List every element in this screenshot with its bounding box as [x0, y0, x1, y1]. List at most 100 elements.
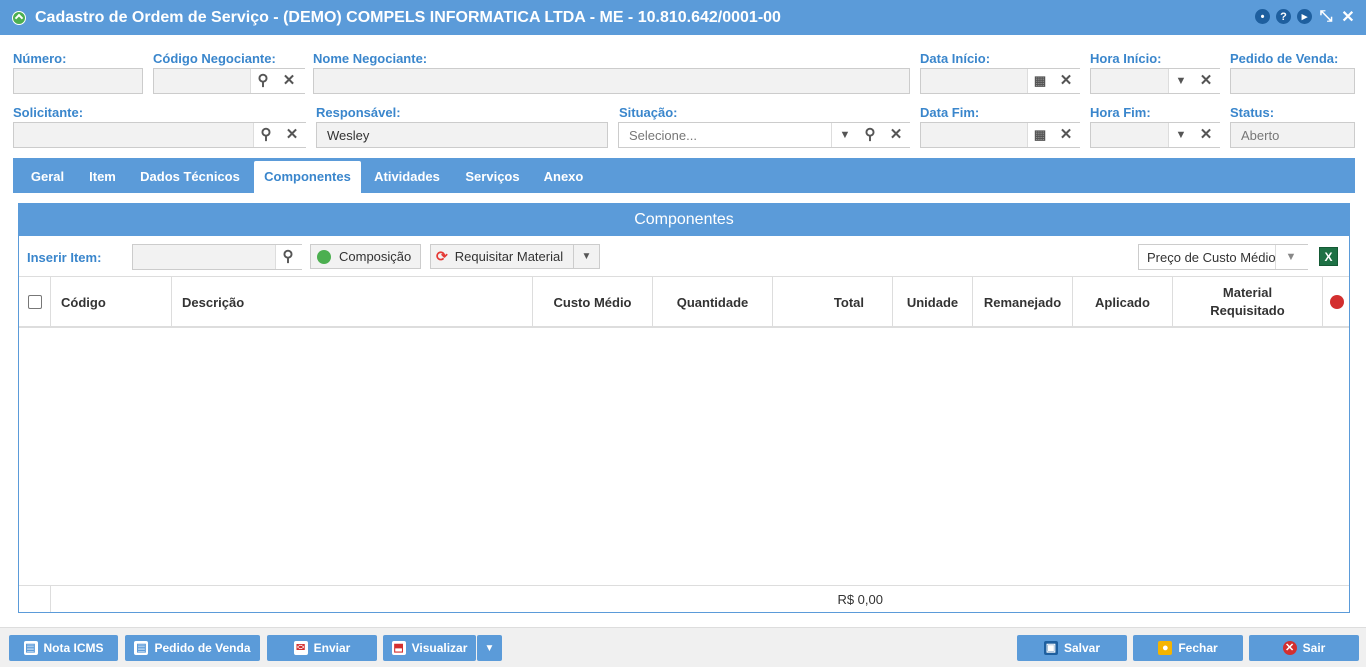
clear-icon[interactable]: ✕ — [1058, 73, 1074, 89]
search-icon[interactable]: ⚲ — [862, 127, 878, 143]
tab-atividades[interactable]: Atividades — [367, 161, 447, 193]
tab-anexo[interactable]: Anexo — [535, 161, 592, 193]
chevron-down-icon[interactable]: ▼ — [1283, 249, 1299, 265]
play-icon[interactable]: ▸ — [1297, 9, 1312, 24]
tab-item[interactable]: Item — [81, 161, 124, 193]
responsavel-field[interactable]: Wesley — [316, 122, 608, 148]
chat-icon[interactable]: • — [1255, 9, 1270, 24]
status-field: Aberto — [1230, 122, 1355, 148]
responsavel-value: Wesley — [327, 128, 370, 143]
componentes-panel: Componentes Inserir Item: ⚲ Composição ⟳… — [18, 203, 1350, 613]
fechar-label: Fechar — [1178, 641, 1218, 655]
tab-geral[interactable]: Geral — [21, 161, 74, 193]
data-fim-field[interactable]: ▦ ✕ — [920, 122, 1080, 148]
col-aplicado[interactable]: Aplicado — [1073, 277, 1173, 327]
col-remanejado[interactable]: Remanejado — [973, 277, 1073, 327]
inserir-item-field[interactable]: ⚲ — [132, 244, 302, 270]
visualizar-dropdown-button[interactable]: ▼ — [477, 635, 502, 661]
calendar-icon[interactable]: ▦ — [1032, 73, 1048, 89]
hora-inicio-label: Hora Início: — [1090, 51, 1162, 66]
hora-fim-label: Hora Fim: — [1090, 105, 1151, 120]
select-all-checkbox[interactable] — [27, 295, 42, 309]
chevron-down-icon: ▼ — [484, 642, 495, 654]
solicitante-field[interactable]: ⚲ ✕ — [13, 122, 306, 148]
chevron-down-icon[interactable]: ▼ — [1173, 127, 1189, 143]
codigo-negociante-label: Código Negociante: — [153, 51, 276, 66]
tab-servicos[interactable]: Serviços — [457, 161, 528, 193]
enviar-button[interactable]: ✉ Enviar — [267, 635, 377, 661]
fechar-button[interactable]: ● Fechar — [1133, 635, 1243, 661]
mail-icon: ✉ — [293, 641, 308, 655]
price-type-select[interactable]: Preço de Custo Médio ▼ — [1138, 244, 1308, 270]
col-material-requisitado[interactable]: Material Requisitado — [1173, 277, 1323, 327]
tab-bar: Geral Item Dados Técnicos Componentes At… — [13, 158, 1355, 193]
status-value: Aberto — [1241, 128, 1280, 143]
window-title: Cadastro de Ordem de Serviço - (DEMO) CO… — [35, 8, 781, 26]
clear-icon[interactable]: ✕ — [1058, 127, 1074, 143]
composicao-button[interactable]: Composição — [310, 244, 421, 269]
hora-inicio-field[interactable]: ▼ ✕ — [1090, 68, 1220, 94]
data-fim-label: Data Fim: — [920, 105, 980, 120]
salvar-button[interactable]: ▣ Salvar — [1017, 635, 1127, 661]
col-quantidade[interactable]: Quantidade — [653, 277, 773, 327]
price-type-value: Preço de Custo Médio — [1147, 250, 1275, 265]
situacao-select[interactable]: Selecione... ▼ ⚲ ✕ — [618, 122, 910, 148]
numero-field[interactable] — [13, 68, 143, 94]
col-custo-medio[interactable]: Custo Médio — [533, 277, 653, 327]
app-icon — [12, 10, 26, 25]
nome-negociante-field[interactable] — [313, 68, 910, 94]
visualizar-label: Visualizar — [411, 641, 468, 655]
tab-dados-tecnicos[interactable]: Dados Técnicos — [132, 161, 248, 193]
window-controls: • ? ▸ ⤡ ✕ — [1255, 8, 1356, 26]
enviar-label: Enviar — [313, 641, 351, 655]
numero-label: Número: — [13, 51, 67, 66]
hora-fim-field[interactable]: ▼ ✕ — [1090, 122, 1220, 148]
pedido-venda-button[interactable]: ▤ Pedido de Venda — [125, 635, 260, 661]
composicao-label: Composição — [339, 249, 412, 264]
collapse-icon[interactable]: ⤡ — [1318, 8, 1334, 25]
clear-icon[interactable]: ✕ — [284, 127, 300, 143]
chevron-down-icon[interactable]: ▼ — [837, 127, 853, 143]
remove-icon[interactable] — [1329, 295, 1344, 309]
nota-icms-label: Nota ICMS — [43, 641, 104, 655]
close-window-icon[interactable]: ✕ — [1340, 9, 1356, 26]
clear-icon[interactable]: ✕ — [1198, 73, 1214, 89]
data-inicio-field[interactable]: ▦ ✕ — [920, 68, 1080, 94]
data-inicio-label: Data Início: — [920, 51, 991, 66]
clear-icon[interactable]: ✕ — [888, 127, 904, 143]
grid-body — [19, 328, 1349, 585]
refresh-icon: ⟳ — [436, 248, 448, 264]
pedido-venda-label: Pedido de Venda: — [1230, 51, 1339, 66]
help-icon[interactable]: ? — [1276, 9, 1291, 24]
close-circle-icon: ✕ — [1282, 641, 1297, 655]
clear-icon[interactable]: ✕ — [1198, 127, 1214, 143]
col-material-requisitado-line1: Material — [1222, 285, 1273, 300]
search-icon[interactable]: ⚲ — [280, 249, 296, 265]
grid-header: Código Descrição Custo Médio Quantidade … — [19, 276, 1349, 328]
nome-negociante-label: Nome Negociante: — [313, 51, 428, 66]
chevron-down-icon[interactable]: ▼ — [1173, 73, 1189, 89]
excel-export-icon[interactable]: X — [1319, 247, 1338, 266]
col-descricao[interactable]: Descrição — [172, 277, 533, 327]
visualizar-button[interactable]: ⬒ Visualizar — [383, 635, 476, 661]
col-codigo[interactable]: Código — [51, 277, 172, 327]
chevron-down-icon[interactable]: ▼ — [573, 245, 599, 268]
save-icon: ▣ — [1043, 641, 1058, 655]
search-icon[interactable]: ⚲ — [258, 127, 274, 143]
clear-icon[interactable]: ✕ — [281, 73, 297, 89]
total-sum: R$ 0,00 — [837, 592, 883, 607]
col-total[interactable]: Total — [773, 277, 893, 327]
sair-button[interactable]: ✕ Sair — [1249, 635, 1359, 661]
pedido-venda-field[interactable] — [1230, 68, 1355, 94]
col-unidade[interactable]: Unidade — [893, 277, 973, 327]
search-icon[interactable]: ⚲ — [255, 73, 271, 89]
codigo-negociante-field[interactable]: ⚲ ✕ — [153, 68, 305, 94]
tab-componentes[interactable]: Componentes — [254, 161, 361, 193]
calendar-icon[interactable]: ▦ — [1032, 127, 1048, 143]
nota-icms-button[interactable]: ▤ Nota ICMS — [9, 635, 118, 661]
grid-footer: R$ 0,00 — [19, 585, 1349, 612]
requisitar-material-button[interactable]: ⟳ Requisitar Material ▼ — [430, 244, 600, 269]
lock-icon: ● — [1158, 641, 1173, 655]
sair-label: Sair — [1302, 641, 1326, 655]
title-bar: Cadastro de Ordem de Serviço - (DEMO) CO… — [0, 0, 1366, 35]
